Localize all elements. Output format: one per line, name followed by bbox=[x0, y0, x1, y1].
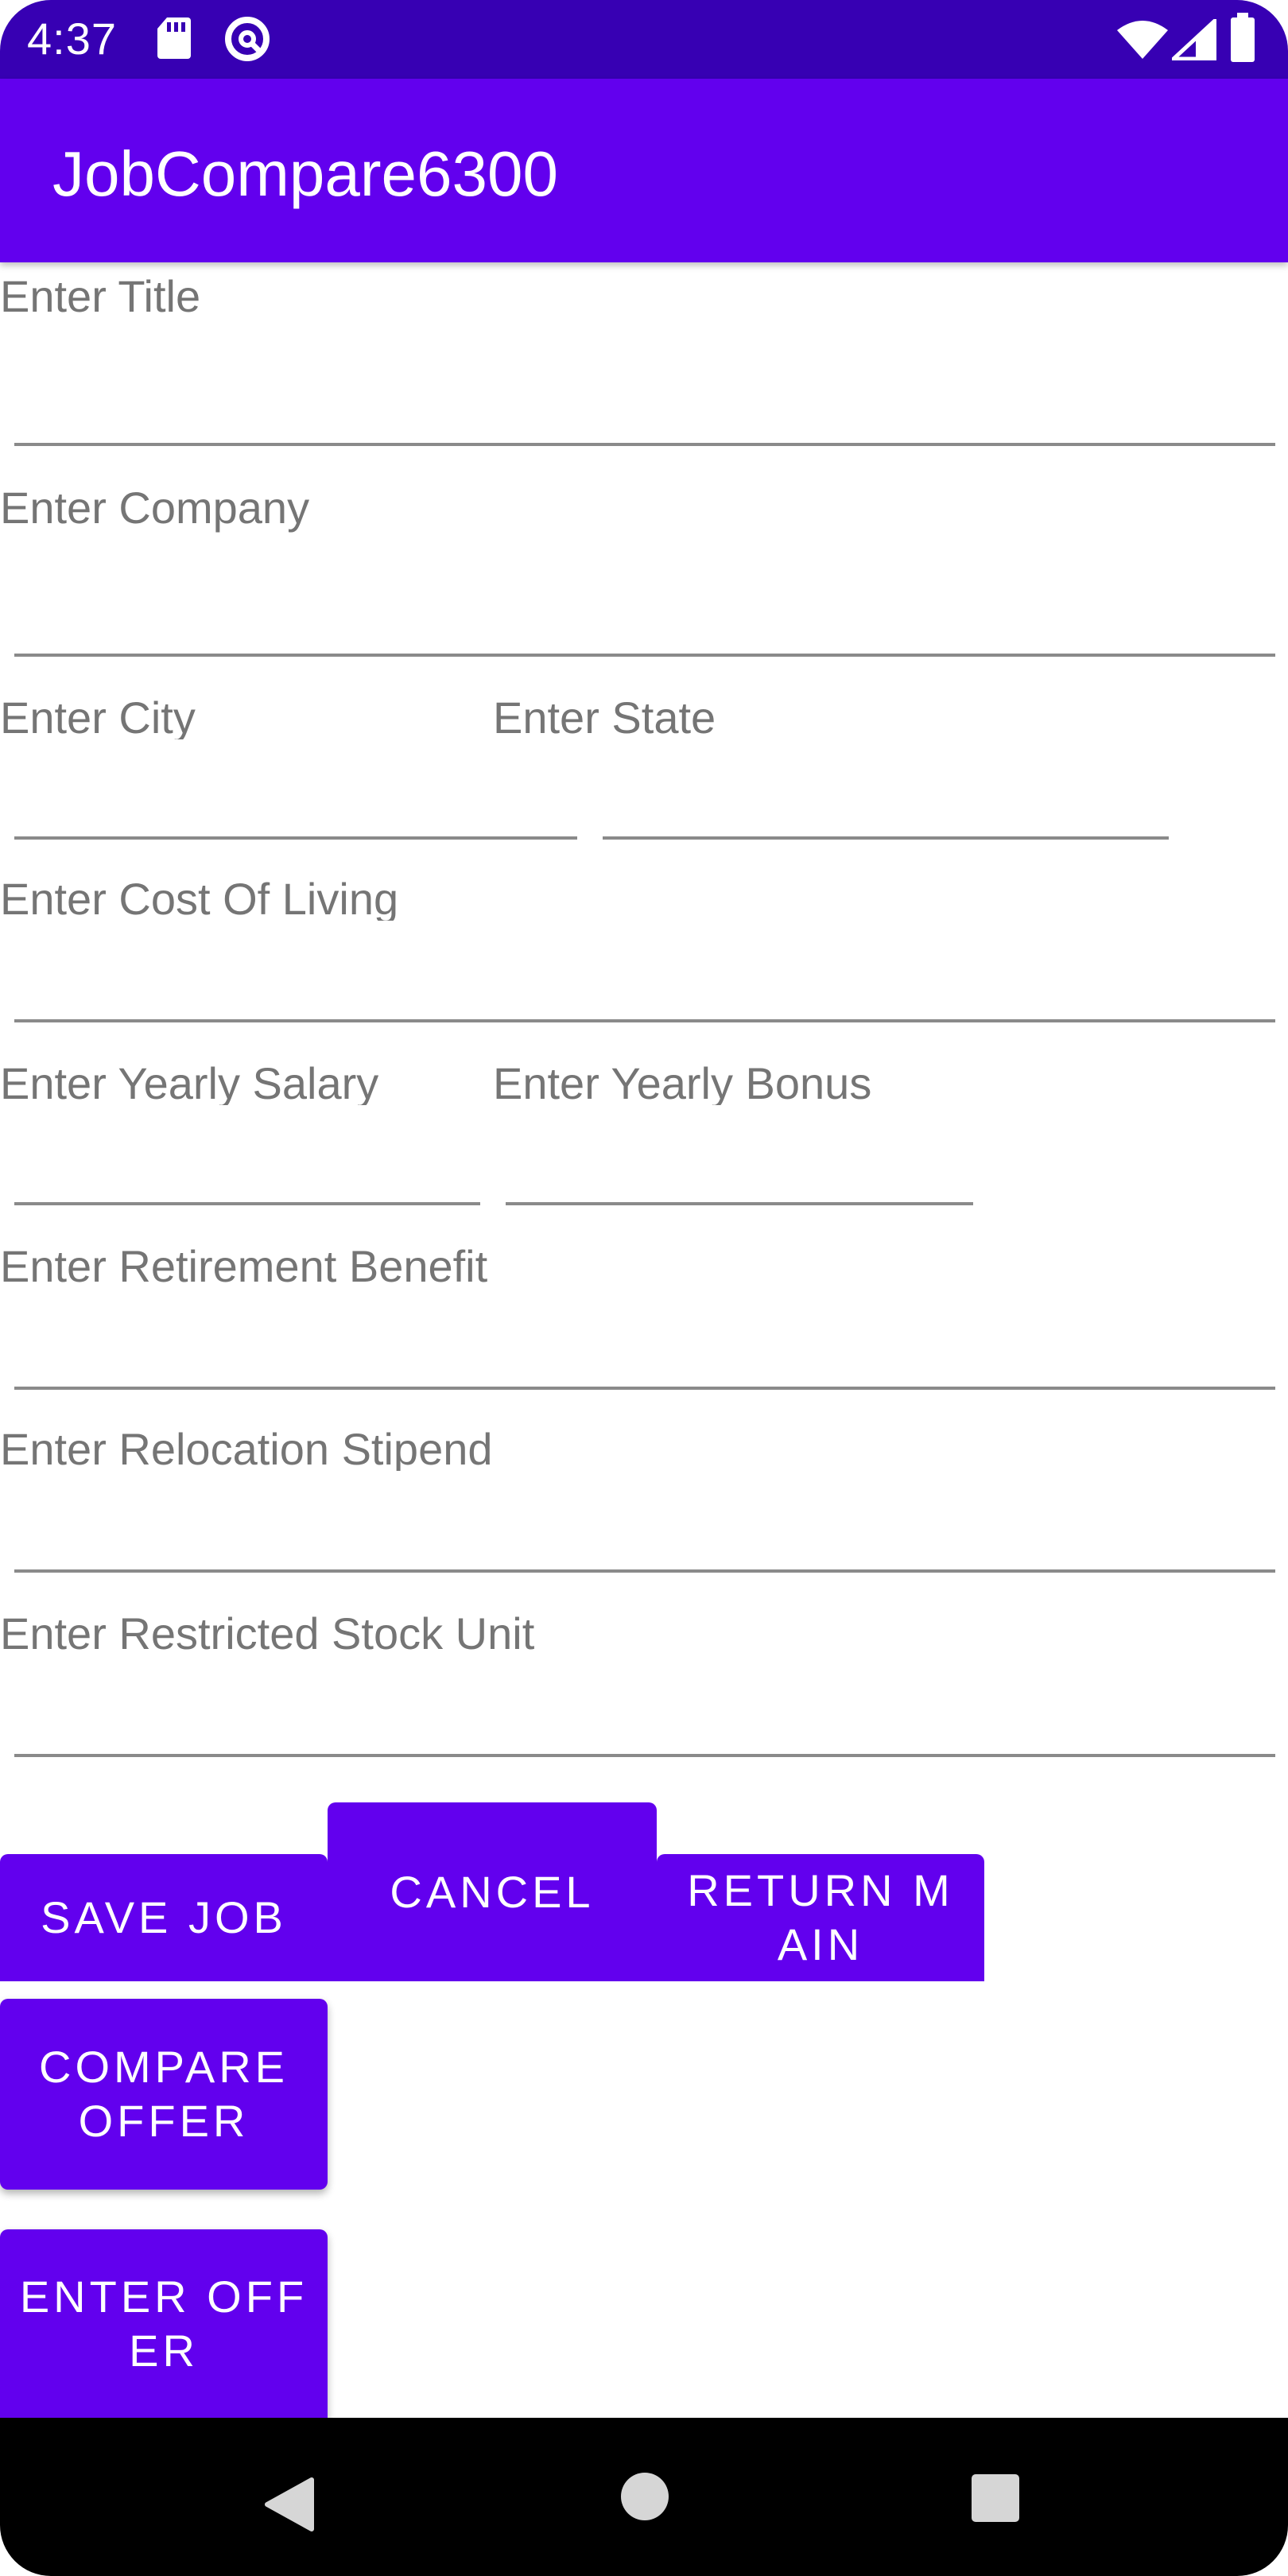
return-main-button-label: RETURN MAIN bbox=[687, 1865, 954, 1969]
company-underline bbox=[14, 654, 1275, 657]
city-underline bbox=[14, 836, 577, 840]
retirement-benefit-underline bbox=[14, 1387, 1275, 1390]
state-underline bbox=[603, 836, 1169, 840]
home-icon[interactable] bbox=[620, 2472, 669, 2525]
cost-of-living-input[interactable] bbox=[14, 945, 1275, 1016]
compare-offer-button-label: COMPARE OFFER bbox=[39, 2042, 289, 2146]
battery-icon bbox=[1229, 13, 1256, 68]
company-label: Enter Company bbox=[0, 483, 310, 533]
enter-offer-button[interactable]: ENTER OFFER bbox=[0, 2229, 328, 2418]
title-label: Enter Title bbox=[0, 271, 201, 321]
cost-of-living-underline bbox=[14, 1019, 1275, 1022]
company-input[interactable] bbox=[14, 576, 1275, 648]
yearly-salary-underline bbox=[14, 1202, 480, 1205]
return-main-button[interactable]: RETURN MAIN bbox=[657, 1854, 984, 1981]
job-entry-screen: 4:37 JobCompare6300 Enter Title Enter Co… bbox=[0, 0, 1288, 2576]
cost-of-living-label: Enter Cost Of Living bbox=[0, 874, 399, 921]
app-bar: JobCompare6300 bbox=[0, 79, 1288, 262]
state-input[interactable] bbox=[603, 763, 1169, 835]
relocation-stipend-underline bbox=[14, 1569, 1275, 1573]
yearly-bonus-underline bbox=[506, 1202, 973, 1205]
city-label: Enter City bbox=[0, 692, 196, 739]
recents-icon[interactable] bbox=[970, 2473, 1021, 2527]
title-input[interactable] bbox=[14, 366, 1275, 437]
retirement-benefit-input[interactable] bbox=[14, 1312, 1275, 1383]
yearly-salary-input[interactable] bbox=[14, 1129, 480, 1201]
yearly-bonus-label: Enter Yearly Bonus bbox=[493, 1058, 872, 1105]
state-label: Enter State bbox=[493, 692, 716, 743]
wifi-icon bbox=[1116, 19, 1169, 64]
relocation-stipend-label: Enter Relocation Stipend bbox=[0, 1424, 493, 1471]
status-time: 4:37 bbox=[27, 14, 117, 64]
relocation-stipend-input[interactable] bbox=[14, 1495, 1275, 1566]
restricted-stock-underline bbox=[14, 1754, 1275, 1757]
restricted-stock-label: Enter Restricted Stock Unit bbox=[0, 1608, 535, 1658]
title-underline bbox=[14, 443, 1275, 446]
yearly-salary-label: Enter Yearly Salary bbox=[0, 1058, 379, 1105]
restricted-stock-input[interactable] bbox=[14, 1679, 1275, 1751]
back-icon[interactable] bbox=[264, 2477, 315, 2536]
yearly-bonus-input[interactable] bbox=[506, 1129, 973, 1201]
save-job-button[interactable]: SAVE JOB bbox=[0, 1854, 328, 1981]
enter-offer-button-label: ENTER OFFER bbox=[19, 2271, 308, 2376]
do-not-disturb-icon bbox=[224, 16, 270, 66]
sd-card-icon bbox=[156, 16, 192, 64]
cancel-button[interactable]: CANCEL bbox=[328, 1802, 657, 1981]
cancel-button-label: CANCEL bbox=[390, 1866, 595, 1917]
status-bar: 4:37 bbox=[0, 0, 1288, 79]
cell-signal-icon bbox=[1168, 16, 1217, 64]
retirement-benefit-label: Enter Retirement Benefit bbox=[0, 1241, 488, 1291]
city-input[interactable] bbox=[14, 763, 577, 835]
save-job-button-label: SAVE JOB bbox=[41, 1892, 287, 1942]
compare-offer-button[interactable]: COMPARE OFFER bbox=[0, 1999, 328, 2190]
app-title: JobCompare6300 bbox=[52, 138, 558, 209]
navigation-bar bbox=[0, 2418, 1288, 2576]
